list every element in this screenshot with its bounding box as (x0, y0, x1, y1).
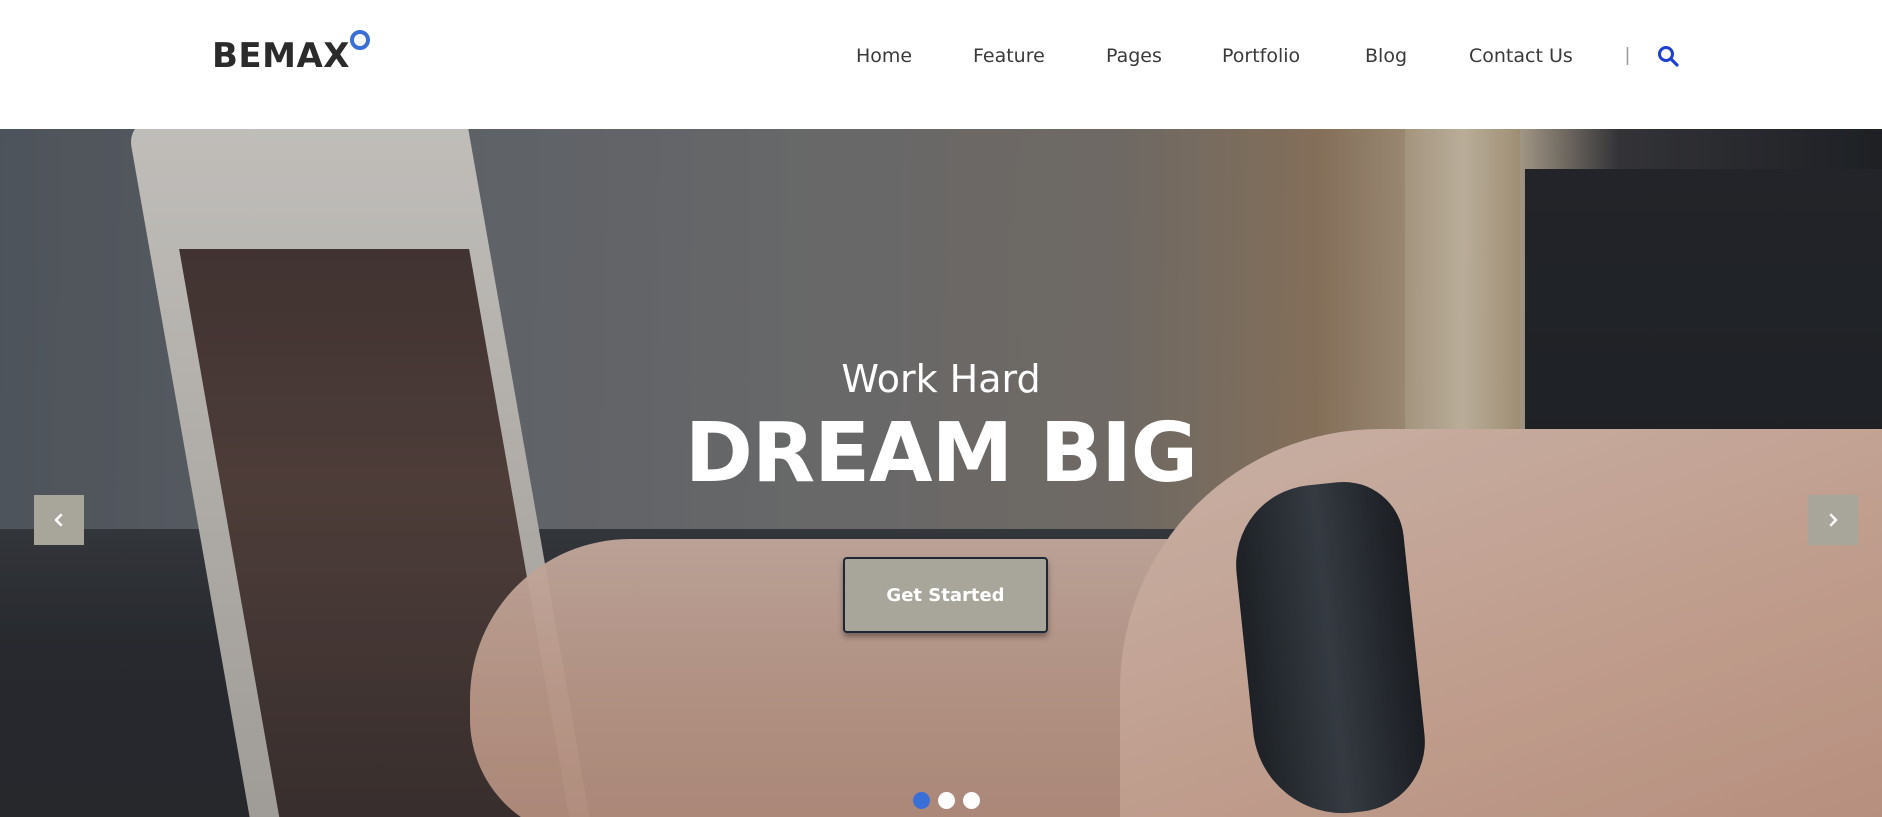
hero-slider: Work Hard DREAM BIG Get Started (0, 129, 1882, 817)
nav-item-blog[interactable]: Blog (1365, 44, 1407, 68)
slider-dot-3[interactable] (963, 792, 980, 809)
hero-title: DREAM BIG (684, 406, 1198, 501)
slider-pagination (913, 792, 980, 809)
chevron-left-icon (54, 513, 63, 527)
nav-item-pages[interactable]: Pages (1106, 44, 1162, 68)
site-header: BEMAX Home Feature Pages Portfolio Blog … (0, 0, 1882, 129)
nav-item-portfolio[interactable]: Portfolio (1222, 44, 1300, 68)
nav-item-feature[interactable]: Feature (973, 44, 1045, 68)
get-started-button[interactable]: Get Started (843, 557, 1048, 633)
hero-kicker: Work Hard (841, 357, 1041, 401)
nav-item-contact-us[interactable]: Contact Us (1469, 44, 1573, 68)
slider-prev-button[interactable] (34, 495, 84, 545)
search-icon[interactable] (1656, 44, 1680, 68)
chevron-right-icon (1829, 513, 1838, 527)
main-nav: Home Feature Pages Portfolio Blog Contac… (0, 0, 1882, 112)
nav-separator: | (1625, 45, 1630, 66)
slider-next-button[interactable] (1808, 495, 1858, 545)
slider-dot-1[interactable] (913, 792, 930, 809)
slider-dot-2[interactable] (938, 792, 955, 809)
nav-item-home[interactable]: Home (856, 44, 912, 68)
